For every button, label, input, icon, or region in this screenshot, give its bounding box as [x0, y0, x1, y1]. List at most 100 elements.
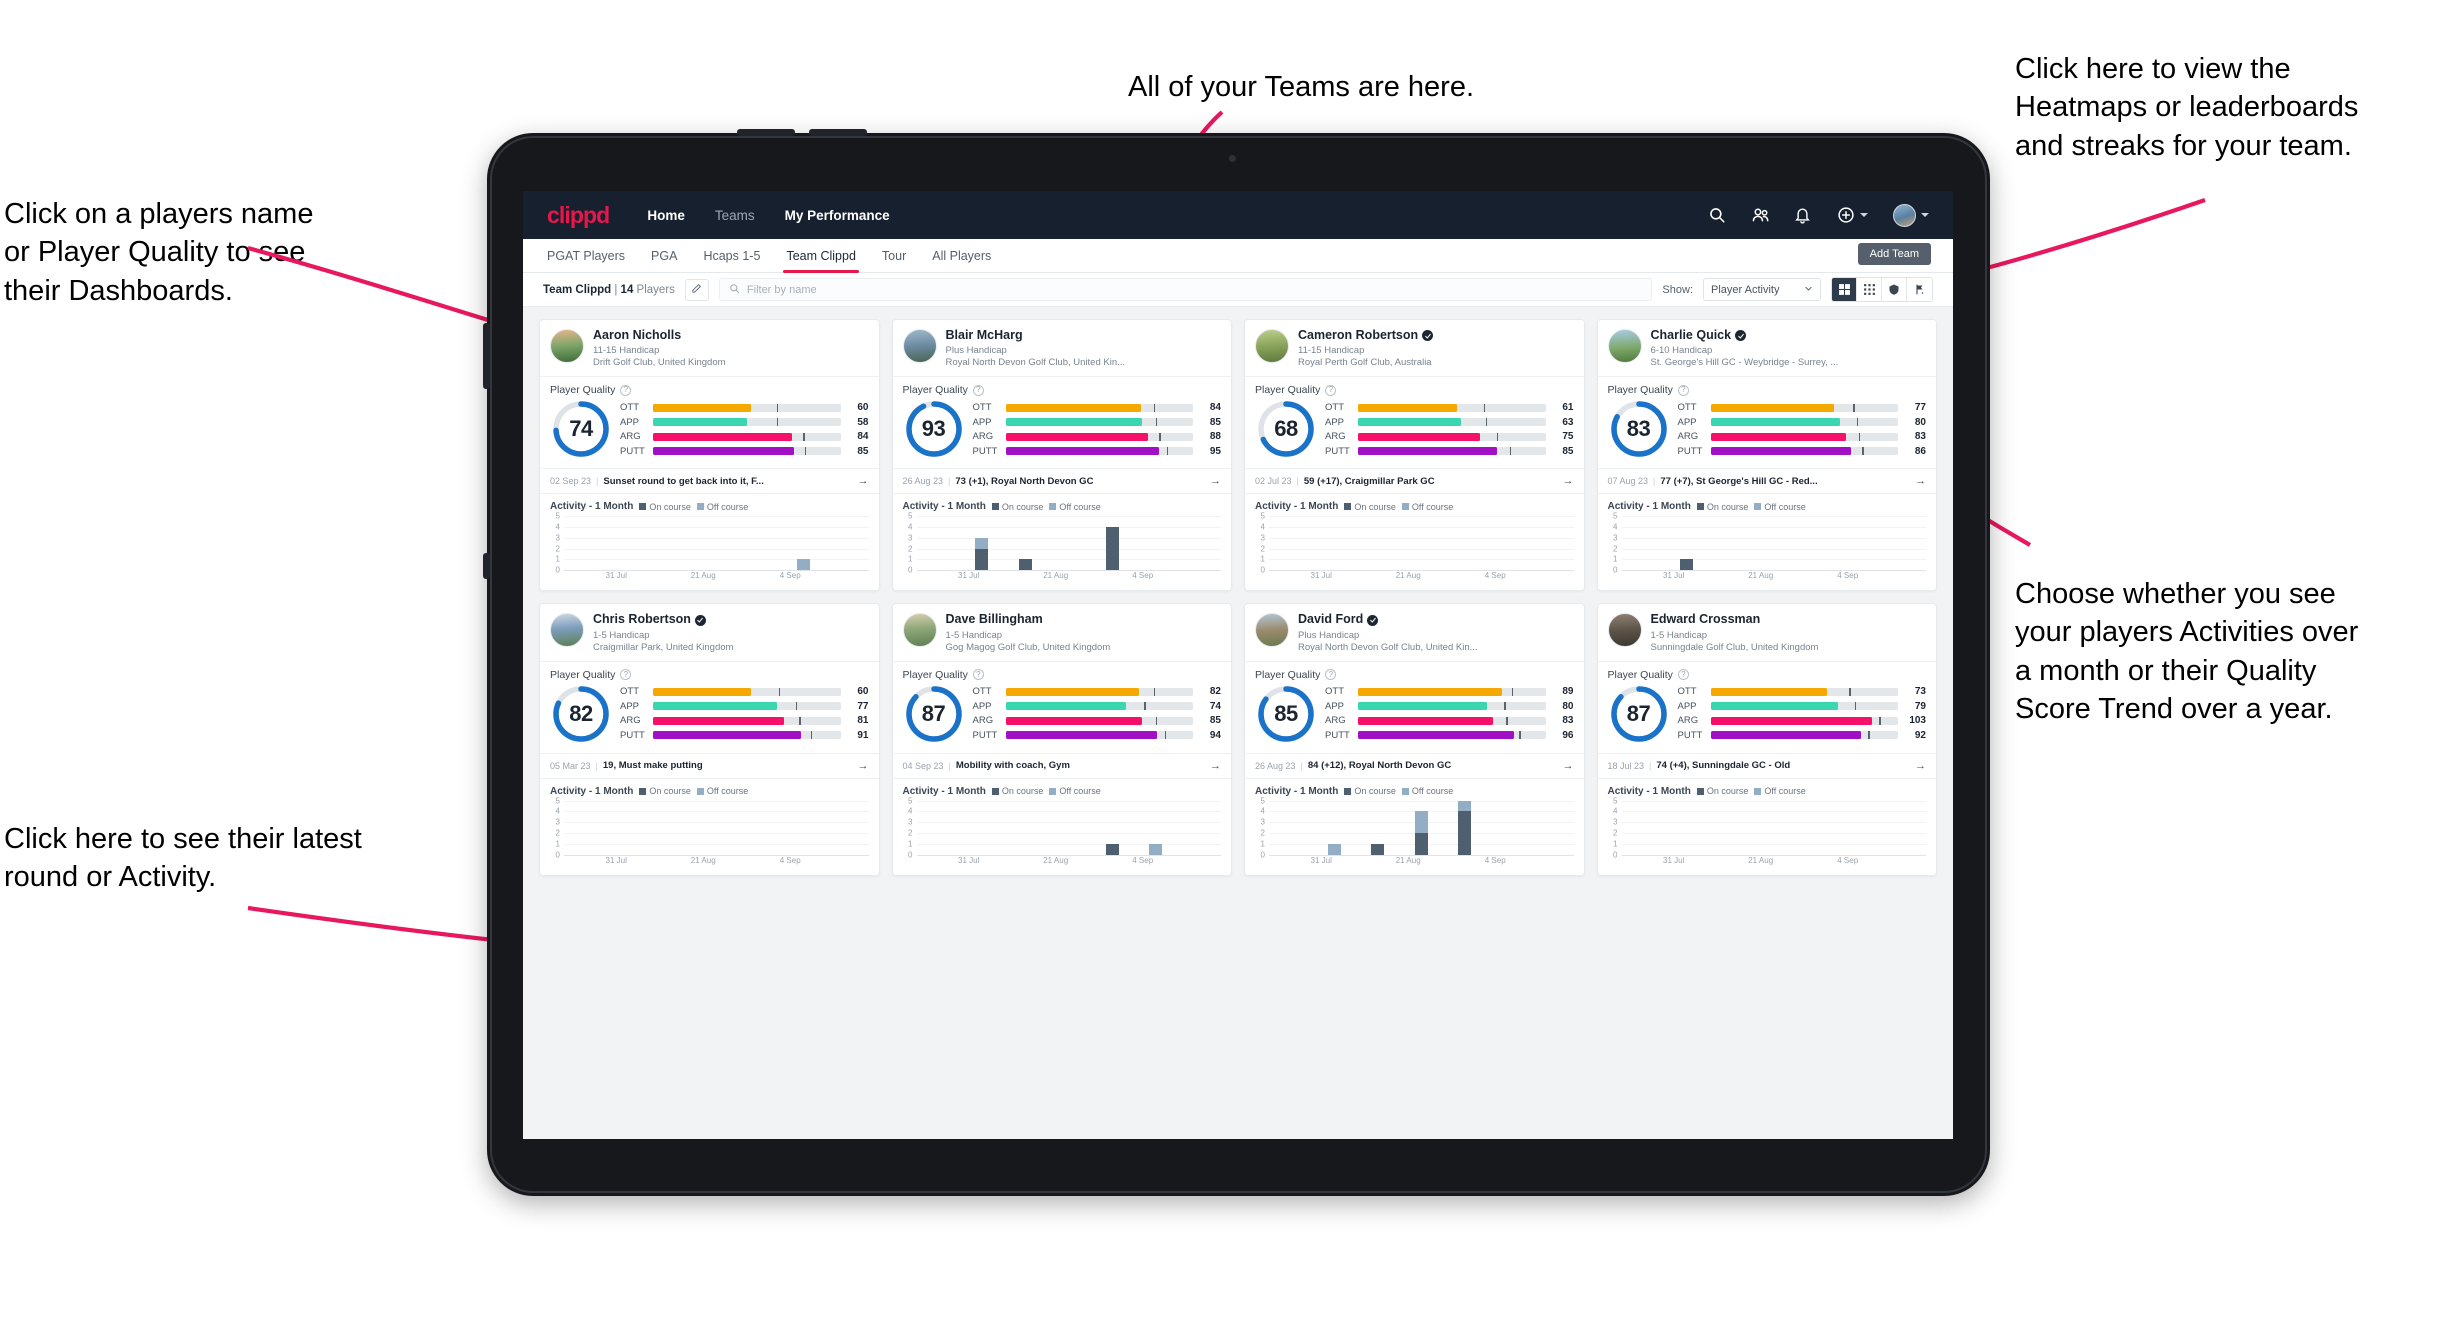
nav-link-teams[interactable]: Teams: [715, 208, 755, 223]
help-icon[interactable]: ?: [1677, 384, 1689, 396]
search-input[interactable]: Filter by name: [718, 278, 1653, 301]
player-quality-body[interactable]: 68 OTT 61 APP 63 ARG 75 PUTT 85: [1245, 398, 1584, 468]
player-quality-body[interactable]: 83 OTT 77 APP 80 ARG 83 PUTT 86: [1598, 398, 1937, 468]
search-icon[interactable]: [1708, 206, 1726, 224]
activity-bar[interactable]: [1018, 559, 1032, 571]
people-icon[interactable]: [1751, 206, 1769, 224]
edit-team-button[interactable]: [684, 278, 709, 301]
player-quality-gauge[interactable]: 74: [550, 398, 612, 460]
arrow-right-icon[interactable]: →: [1915, 475, 1926, 487]
arrow-right-icon[interactable]: →: [858, 475, 869, 487]
user-menu[interactable]: [1893, 203, 1929, 227]
player-name[interactable]: Edward Crossman: [1651, 612, 1819, 627]
player-name[interactable]: Dave Billingham: [946, 612, 1111, 627]
latest-round-row[interactable]: 02 Sep 23 | Sunset round to get back into …: [540, 468, 879, 495]
latest-round-row[interactable]: 26 Aug 23 | 73 (+1), Royal North Devon GC →: [892, 468, 1231, 495]
latest-round-row[interactable]: 26 Aug 23 | 84 (+12), Royal North Devon GC…: [1245, 752, 1584, 779]
activity-bar[interactable]: [1458, 800, 1472, 855]
show-select[interactable]: Player Activity: [1703, 278, 1821, 301]
player-name[interactable]: Blair McHarg: [946, 328, 1126, 343]
player-quality-body[interactable]: 74 OTT 60 APP 58 ARG 84 PUTT 85: [540, 398, 879, 468]
player-card[interactable]: Aaron Nicholls 11-15 Handicap Drift Golf C…: [539, 319, 880, 592]
latest-round-row[interactable]: 04 Sep 23 | Mobility with coach, Gym →: [892, 752, 1231, 779]
player-avatar[interactable]: [550, 613, 584, 648]
player-quality-body[interactable]: 82 OTT 60 APP 77 ARG 81 PUTT 91: [540, 683, 879, 753]
latest-round-row[interactable]: 07 Aug 23 | 77 (+7), St George's Hill GC -…: [1597, 468, 1936, 495]
activity-bar[interactable]: [1680, 559, 1694, 571]
volume-button-up[interactable]: [737, 129, 795, 136]
add-team-button[interactable]: Add Team: [1857, 243, 1931, 265]
player-quality-gauge[interactable]: 82: [550, 683, 612, 745]
tab-hcaps-1-5[interactable]: Hcaps 1-5: [703, 239, 760, 273]
help-icon[interactable]: ?: [972, 669, 984, 680]
activity-bar[interactable]: [1105, 527, 1119, 571]
view-leaderboard-button[interactable]: [1907, 278, 1932, 301]
player-card[interactable]: Dave Billingham 1-5 Handicap Gog Magog Gol…: [891, 603, 1232, 876]
player-card[interactable]: Charlie Quick 6-10 Handicap St. George's H…: [1596, 319, 1937, 592]
player-avatar[interactable]: [550, 329, 584, 363]
player-quality-gauge[interactable]: 83: [1608, 398, 1670, 460]
player-quality-body[interactable]: 85 OTT 89 APP 80 ARG 83 PUTT 96: [1245, 683, 1584, 753]
arrow-right-icon[interactable]: →: [1563, 760, 1574, 772]
activity-bar[interactable]: [1105, 843, 1119, 855]
view-heatmap-button[interactable]: [1882, 278, 1907, 301]
player-card[interactable]: Edward Crossman 1-5 Handicap Sunningdale G…: [1596, 603, 1937, 876]
player-quality-body[interactable]: 87 OTT 73 APP 79 ARG 103 PUTT 92: [1598, 683, 1937, 753]
tab-team-clippd[interactable]: Team Clippd: [783, 239, 860, 273]
player-card[interactable]: Chris Robertson 1-5 Handicap Craigmillar P…: [539, 603, 880, 876]
activity-bar[interactable]: [975, 537, 989, 571]
player-quality-body[interactable]: 93 OTT 84 APP 85 ARG 88 PUTT 95: [893, 398, 1232, 468]
help-icon[interactable]: ?: [620, 669, 632, 680]
nav-link-home[interactable]: Home: [647, 208, 685, 223]
player-quality-gauge[interactable]: 68: [1255, 398, 1317, 460]
tab-pga[interactable]: PGA: [651, 239, 677, 273]
power-button[interactable]: [483, 323, 490, 389]
player-name[interactable]: Aaron Nicholls: [593, 328, 726, 343]
help-icon[interactable]: ?: [972, 384, 984, 396]
tab-tour[interactable]: Tour: [882, 239, 906, 273]
activity-bar[interactable]: [1149, 843, 1163, 855]
latest-round-row[interactable]: 18 Jul 23 | 74 (+4), Sunningdale GC - Old →: [1597, 752, 1936, 779]
volume-button-down[interactable]: [809, 129, 867, 136]
bell-icon[interactable]: [1794, 206, 1812, 224]
activity-bar[interactable]: [796, 559, 810, 571]
activity-bar[interactable]: [1371, 843, 1385, 855]
player-avatar[interactable]: [902, 329, 937, 363]
player-quality-gauge[interactable]: 85: [1255, 683, 1317, 745]
tab-all-players[interactable]: All Players: [932, 239, 991, 273]
nav-link-my-performance[interactable]: My Performance: [785, 208, 890, 223]
arrow-right-icon[interactable]: →: [1563, 475, 1574, 487]
activity-bar[interactable]: [1414, 811, 1428, 855]
arrow-right-icon[interactable]: →: [1210, 760, 1221, 772]
player-avatar[interactable]: [1607, 329, 1642, 363]
player-card[interactable]: David Ford Plus Handicap Royal North Devon…: [1244, 603, 1585, 876]
view-compact-button[interactable]: [1857, 278, 1882, 301]
player-name[interactable]: Chris Robertson: [593, 612, 733, 627]
help-icon[interactable]: ?: [1325, 669, 1337, 680]
help-icon[interactable]: ?: [1325, 384, 1337, 396]
latest-round-row[interactable]: 05 Mar 23 | 19, Must make putting →: [540, 752, 879, 779]
player-quality-gauge[interactable]: 93: [903, 398, 965, 460]
view-cards-button[interactable]: [1832, 278, 1857, 301]
player-avatar[interactable]: [902, 613, 937, 648]
help-icon[interactable]: ?: [620, 384, 632, 396]
player-quality-gauge[interactable]: 87: [1608, 683, 1670, 745]
help-icon[interactable]: ?: [1677, 669, 1689, 680]
player-avatar[interactable]: [1255, 613, 1289, 648]
player-card[interactable]: Blair McHarg Plus Handicap Royal North Dev…: [891, 319, 1232, 592]
avatar[interactable]: [1893, 203, 1916, 227]
clippd-logo[interactable]: clippd: [547, 202, 610, 229]
plus-circle-icon[interactable]: [1837, 206, 1855, 224]
player-quality-gauge[interactable]: 87: [903, 683, 965, 745]
player-avatar[interactable]: [1607, 613, 1642, 648]
latest-round-row[interactable]: 02 Jul 23 | 59 (+17), Craigmillar Park GC →: [1245, 468, 1584, 495]
arrow-right-icon[interactable]: →: [1210, 475, 1221, 487]
player-name[interactable]: Charlie Quick: [1651, 328, 1839, 343]
player-name[interactable]: Cameron Robertson: [1298, 328, 1434, 343]
player-quality-body[interactable]: 87 OTT 82 APP 74 ARG 85 PUTT 94: [893, 683, 1232, 753]
create-menu[interactable]: [1837, 206, 1868, 224]
tab-pgat-players[interactable]: PGAT Players: [547, 239, 625, 273]
player-card[interactable]: Cameron Robertson 11-15 Handicap Royal Per…: [1244, 319, 1585, 592]
arrow-right-icon[interactable]: →: [1915, 760, 1926, 772]
player-avatar[interactable]: [1255, 329, 1289, 363]
